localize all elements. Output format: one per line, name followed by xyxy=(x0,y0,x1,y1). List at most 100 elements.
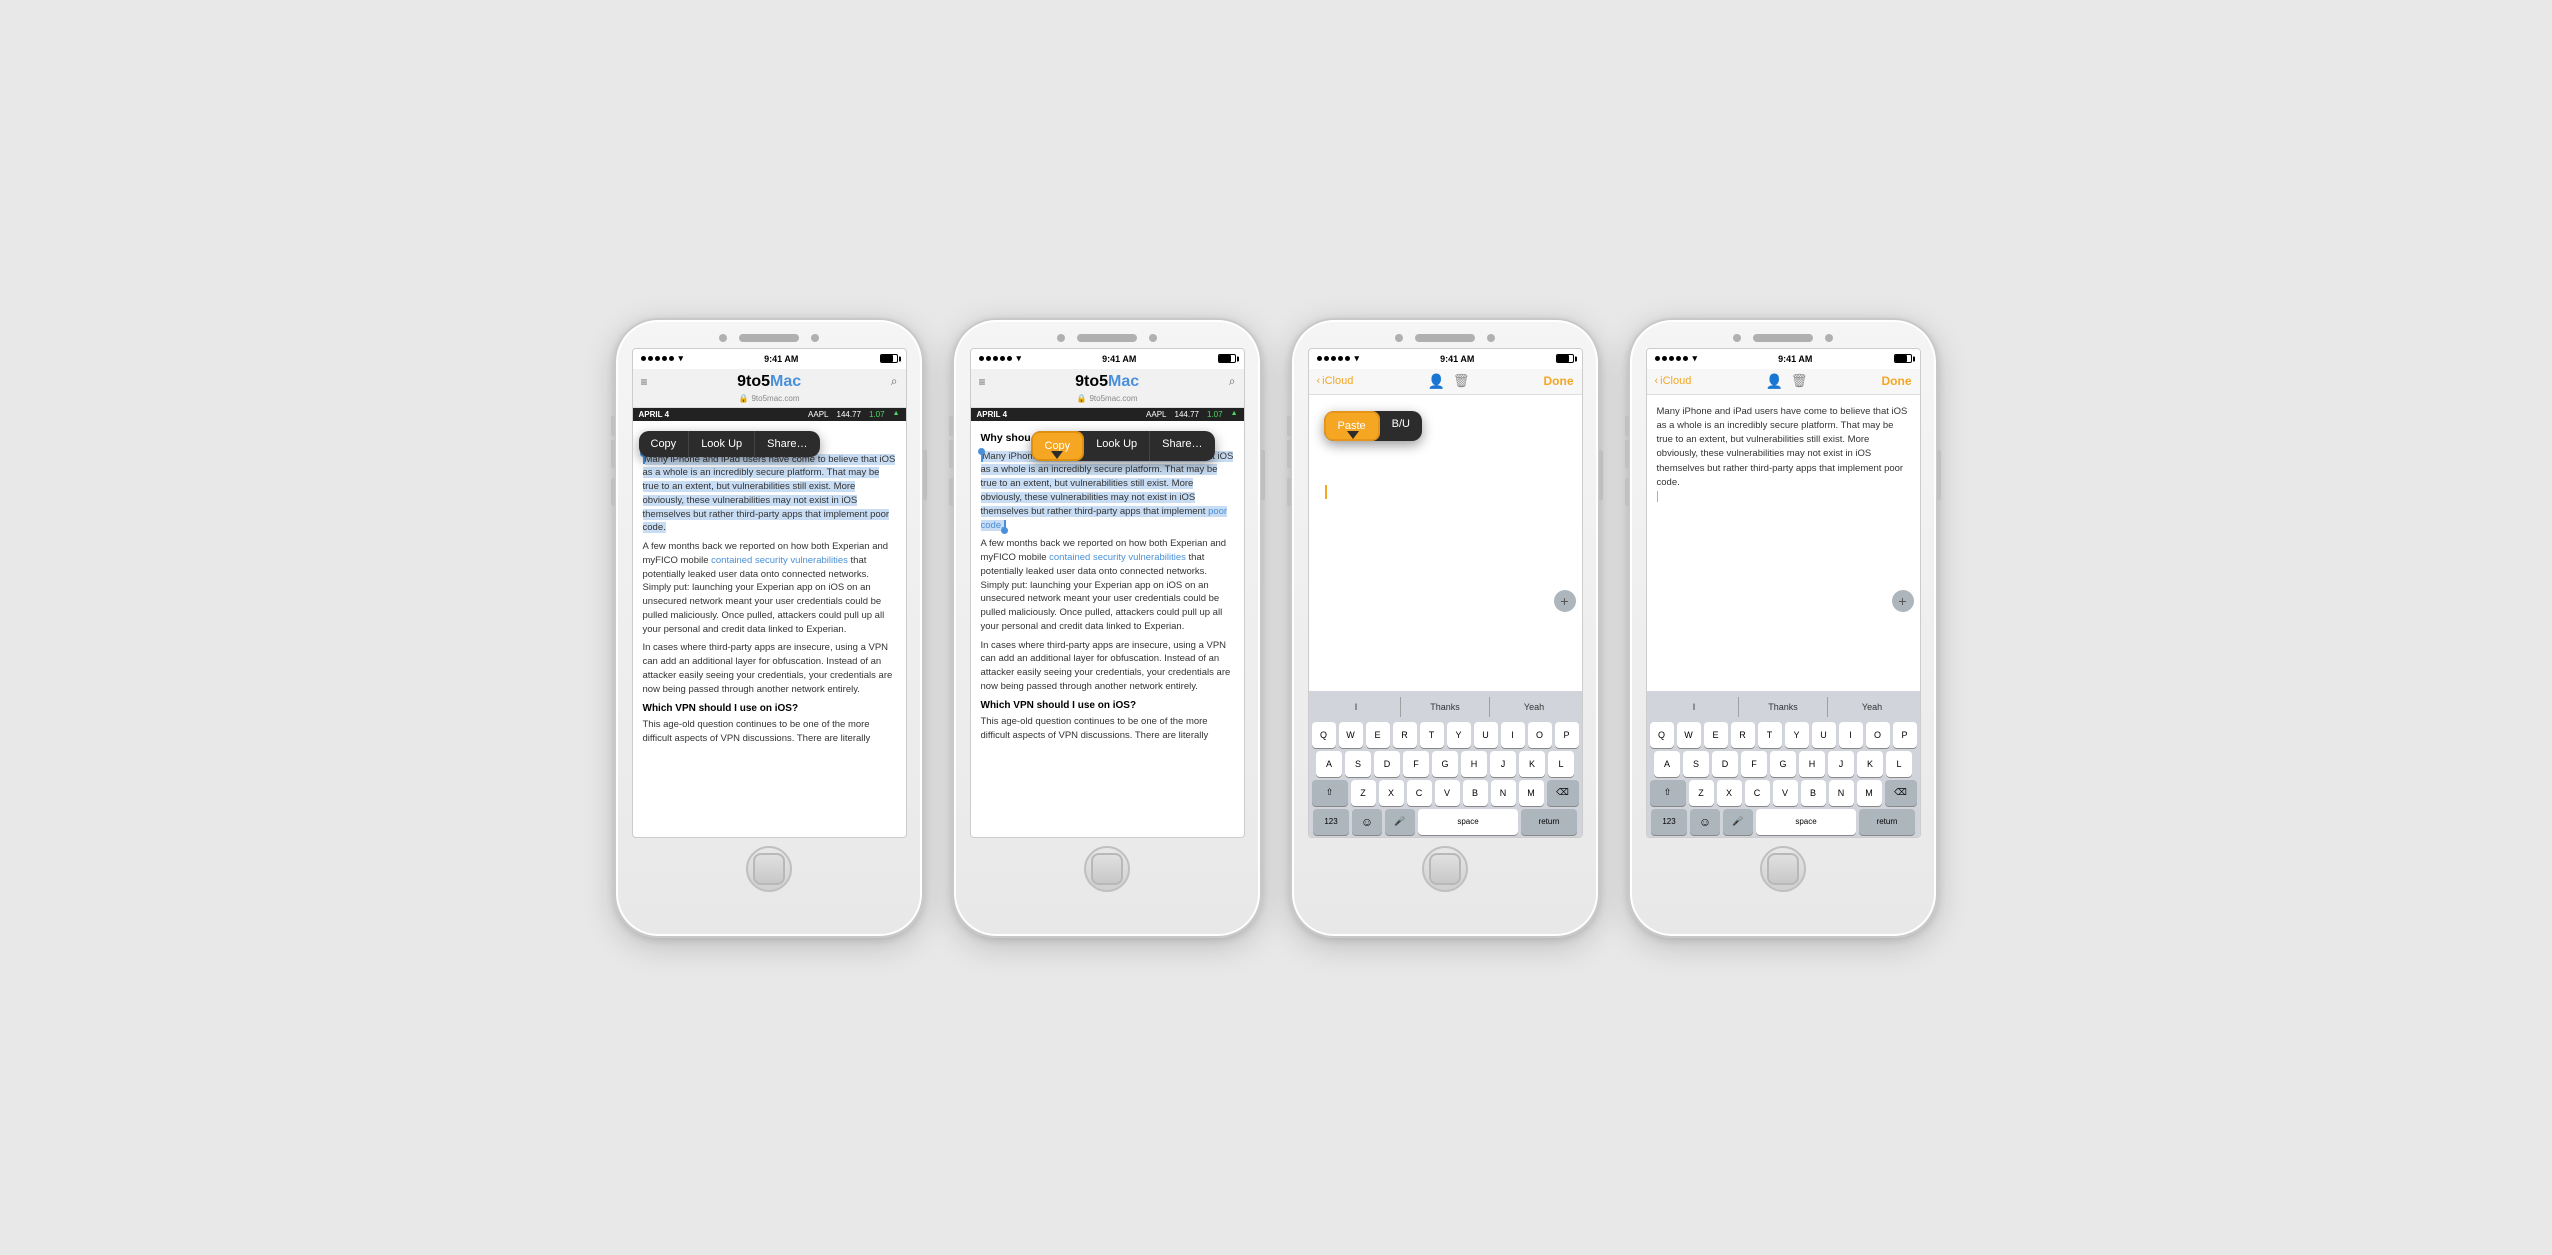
key-v-3[interactable]: V xyxy=(1435,780,1460,806)
kbd-row-1-4: Q W E R T Y U I O P xyxy=(1650,722,1917,748)
biu-button-3[interactable]: B/U xyxy=(1380,411,1422,441)
done-button-4[interactable]: Done xyxy=(1882,374,1912,388)
key-t-4[interactable]: T xyxy=(1758,722,1782,748)
suggestion-yeah-4[interactable]: Yeah xyxy=(1828,702,1917,712)
key-n-3[interactable]: N xyxy=(1491,780,1516,806)
key-n-4[interactable]: N xyxy=(1829,780,1854,806)
key-x-3[interactable]: X xyxy=(1379,780,1404,806)
lookup-button-1[interactable]: Look Up xyxy=(689,431,755,457)
key-g-3[interactable]: G xyxy=(1432,751,1458,777)
key-c-3[interactable]: C xyxy=(1407,780,1432,806)
key-w-4[interactable]: W xyxy=(1677,722,1701,748)
key-d-3[interactable]: D xyxy=(1374,751,1400,777)
key-d-4[interactable]: D xyxy=(1712,751,1738,777)
key-q-3[interactable]: Q xyxy=(1312,722,1336,748)
key-num-4[interactable]: 123 xyxy=(1651,809,1687,835)
home-button-3[interactable] xyxy=(1422,846,1468,892)
plus-button-3[interactable]: + xyxy=(1554,590,1576,612)
back-button-4[interactable]: ‹ iCloud xyxy=(1655,375,1692,387)
key-h-3[interactable]: H xyxy=(1461,751,1487,777)
key-e-4[interactable]: E xyxy=(1704,722,1728,748)
trash-icon-3[interactable]: 🗑 xyxy=(1453,373,1470,389)
suggestion-i-4[interactable]: I xyxy=(1650,702,1739,712)
key-b-4[interactable]: B xyxy=(1801,780,1826,806)
article-link-2[interactable]: contained security vulnerabilities xyxy=(1049,552,1186,563)
key-l-4[interactable]: L xyxy=(1886,751,1912,777)
url-bar-1[interactable]: 🔒 9to5mac.com xyxy=(641,394,898,403)
key-z-4[interactable]: Z xyxy=(1689,780,1714,806)
key-m-4[interactable]: M xyxy=(1857,780,1882,806)
key-j-4[interactable]: J xyxy=(1828,751,1854,777)
trash-icon-4[interactable]: 🗑 xyxy=(1791,373,1808,389)
key-k-4[interactable]: K xyxy=(1857,751,1883,777)
key-p-4[interactable]: P xyxy=(1893,722,1917,748)
share-button-2[interactable]: Share… xyxy=(1150,431,1214,461)
key-i-4[interactable]: I xyxy=(1839,722,1863,748)
hamburger-icon-2[interactable]: ≡ xyxy=(979,375,986,389)
key-y-3[interactable]: Y xyxy=(1447,722,1471,748)
key-shift-4[interactable]: ⇧ xyxy=(1650,780,1686,806)
key-return-4[interactable]: return xyxy=(1859,809,1915,835)
home-button-2[interactable] xyxy=(1084,846,1130,892)
key-m-3[interactable]: M xyxy=(1519,780,1544,806)
key-shift-3[interactable]: ⇧ xyxy=(1312,780,1348,806)
key-r-3[interactable]: R xyxy=(1393,722,1417,748)
suggestion-i-3[interactable]: I xyxy=(1312,702,1401,712)
key-l-3[interactable]: L xyxy=(1548,751,1574,777)
key-c-4[interactable]: C xyxy=(1745,780,1770,806)
person-icon-4[interactable]: 👤 xyxy=(1765,373,1782,390)
key-z-3[interactable]: Z xyxy=(1351,780,1376,806)
key-delete-4[interactable]: ⌫ xyxy=(1885,780,1917,806)
key-o-3[interactable]: O xyxy=(1528,722,1552,748)
key-u-4[interactable]: U xyxy=(1812,722,1836,748)
suggestion-thanks-4[interactable]: Thanks xyxy=(1739,702,1828,712)
key-delete-3[interactable]: ⌫ xyxy=(1547,780,1579,806)
key-num-3[interactable]: 123 xyxy=(1313,809,1349,835)
home-button-1[interactable] xyxy=(746,846,792,892)
article-link-1[interactable]: contained security vulnerabilities xyxy=(711,555,848,566)
home-button-4[interactable] xyxy=(1760,846,1806,892)
suggestion-thanks-3[interactable]: Thanks xyxy=(1401,702,1490,712)
key-x-4[interactable]: X xyxy=(1717,780,1742,806)
key-i-3[interactable]: I xyxy=(1501,722,1525,748)
suggestion-yeah-3[interactable]: Yeah xyxy=(1490,702,1579,712)
key-h-4[interactable]: H xyxy=(1799,751,1825,777)
key-f-4[interactable]: F xyxy=(1741,751,1767,777)
key-t-3[interactable]: T xyxy=(1420,722,1444,748)
key-u-3[interactable]: U xyxy=(1474,722,1498,748)
key-y-4[interactable]: Y xyxy=(1785,722,1809,748)
back-button-3[interactable]: ‹ iCloud xyxy=(1317,375,1354,387)
key-v-4[interactable]: V xyxy=(1773,780,1798,806)
key-p-3[interactable]: P xyxy=(1555,722,1579,748)
hamburger-icon-1[interactable]: ≡ xyxy=(641,375,648,389)
key-k-3[interactable]: K xyxy=(1519,751,1545,777)
key-r-4[interactable]: R xyxy=(1731,722,1755,748)
key-space-4[interactable]: space xyxy=(1756,809,1856,835)
key-return-3[interactable]: return xyxy=(1521,809,1577,835)
key-s-3[interactable]: S xyxy=(1345,751,1371,777)
key-f-3[interactable]: F xyxy=(1403,751,1429,777)
key-space-3[interactable]: space xyxy=(1418,809,1518,835)
key-mic-4[interactable]: 🎤 xyxy=(1723,809,1753,835)
plus-button-4[interactable]: + xyxy=(1892,590,1914,612)
key-o-4[interactable]: O xyxy=(1866,722,1890,748)
share-button-1[interactable]: Share… xyxy=(755,431,819,457)
key-b-3[interactable]: B xyxy=(1463,780,1488,806)
lookup-button-2[interactable]: Look Up xyxy=(1084,431,1150,461)
key-emoji-4[interactable]: ☺ xyxy=(1690,809,1720,835)
key-a-4[interactable]: A xyxy=(1654,751,1680,777)
person-icon-3[interactable]: 👤 xyxy=(1427,373,1444,390)
key-q-4[interactable]: Q xyxy=(1650,722,1674,748)
key-e-3[interactable]: E xyxy=(1366,722,1390,748)
key-s-4[interactable]: S xyxy=(1683,751,1709,777)
search-icon-2[interactable]: ⌕ xyxy=(1229,374,1236,389)
url-bar-2[interactable]: 🔒 9to5mac.com xyxy=(979,394,1236,403)
key-emoji-3[interactable]: ☺ xyxy=(1352,809,1382,835)
done-button-3[interactable]: Done xyxy=(1544,374,1574,388)
search-icon-1[interactable]: ⌕ xyxy=(891,374,898,389)
key-g-4[interactable]: G xyxy=(1770,751,1796,777)
key-w-3[interactable]: W xyxy=(1339,722,1363,748)
key-j-3[interactable]: J xyxy=(1490,751,1516,777)
key-a-3[interactable]: A xyxy=(1316,751,1342,777)
key-mic-3[interactable]: 🎤 xyxy=(1385,809,1415,835)
